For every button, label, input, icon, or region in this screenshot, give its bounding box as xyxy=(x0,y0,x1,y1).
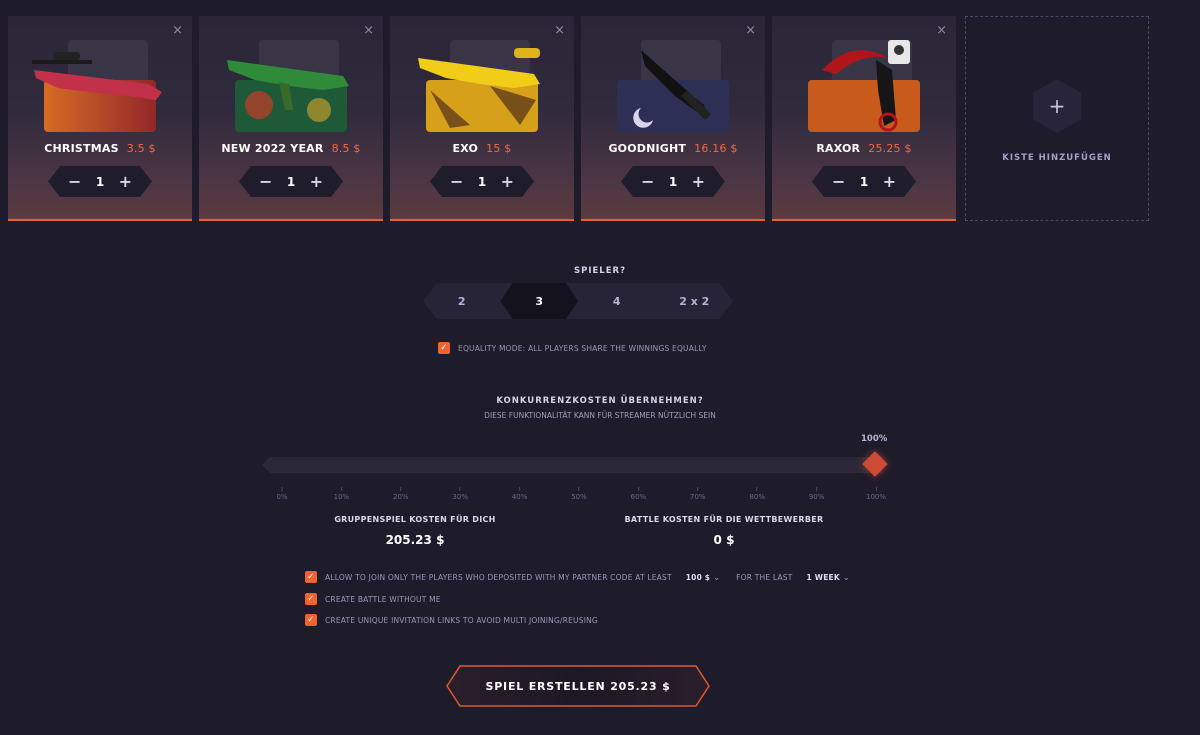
players-title: SPIELER? xyxy=(573,266,627,276)
quantity-value: 1 xyxy=(95,174,105,189)
case-card[interactable]: × RAXOR 25.25 $ − 1 + xyxy=(772,16,956,221)
competitor-cost-label: BATTLE KOSTEN FÜR DIE WETTBEWERBER xyxy=(624,515,824,524)
decrease-button[interactable]: − xyxy=(450,174,463,190)
partner-amount-select[interactable]: 100 $ ⌄ xyxy=(686,573,720,582)
create-game-label: SPIEL ERSTELLEN 205.23 $ xyxy=(485,679,671,693)
quantity-stepper: − 1 + xyxy=(430,166,534,197)
without-me-checkbox[interactable]: ✓ xyxy=(305,593,317,605)
decrease-button[interactable]: − xyxy=(641,174,654,190)
case-card[interactable]: × EXO 15 $ − 1 + xyxy=(390,16,574,221)
quantity-value: 1 xyxy=(859,174,869,189)
tick-label: 60% xyxy=(631,487,647,501)
quantity-value: 1 xyxy=(286,174,296,189)
case-image-goodnight xyxy=(617,40,729,132)
case-name: EXO xyxy=(452,142,479,155)
case-image-christmas xyxy=(32,40,162,132)
case-name: NEW 2022 YEAR xyxy=(221,142,324,155)
quantity-stepper: − 1 + xyxy=(48,166,152,197)
competitor-cost: BATTLE KOSTEN FÜR DIE WETTBEWERBER 0 $ xyxy=(604,515,844,547)
tick-label: 90% xyxy=(809,487,825,501)
for-the-last-label: FOR THE LAST xyxy=(736,572,793,582)
tick-label: 50% xyxy=(571,487,587,501)
tick-label: 40% xyxy=(512,487,528,501)
case-list: × CHRISTMAS 3.5 $ − 1 + × NEW 2022 YEAR … xyxy=(8,16,956,221)
remove-case-button[interactable]: × xyxy=(554,23,565,38)
create-game-button[interactable]: SPIEL ERSTELLEN 205.23 $ xyxy=(446,665,710,707)
tick-label: 10% xyxy=(334,487,350,501)
players-option-3[interactable]: 3 xyxy=(501,283,579,319)
period-select[interactable]: 1 WEEK ⌄ xyxy=(807,573,850,582)
partner-code-checkbox[interactable]: ✓ xyxy=(305,571,317,583)
tick-label: 20% xyxy=(393,487,409,501)
without-me-label: CREATE BATTLE WITHOUT ME xyxy=(325,594,441,604)
your-cost: GRUPPENSPIEL KOSTEN FÜR DICH 205.23 $ xyxy=(305,515,525,547)
unique-links-label: CREATE UNIQUE INVITATION LINKS TO AVOID … xyxy=(325,615,598,625)
quantity-value: 1 xyxy=(668,174,678,189)
case-card[interactable]: × NEW 2022 YEAR 8.5 $ − 1 + xyxy=(199,16,383,221)
quantity-stepper: − 1 + xyxy=(621,166,725,197)
case-name: RAXOR xyxy=(816,142,861,155)
competitor-cost-value: 0 $ xyxy=(713,533,735,547)
tick-label: 30% xyxy=(452,487,468,501)
without-me-row: ✓ CREATE BATTLE WITHOUT ME xyxy=(305,593,441,605)
tick-label: 70% xyxy=(690,487,706,501)
case-card[interactable]: × GOODNIGHT 16.16 $ − 1 + xyxy=(581,16,765,221)
remove-case-button[interactable]: × xyxy=(363,23,374,38)
chevron-down-icon: ⌄ xyxy=(842,572,850,582)
increase-button[interactable]: + xyxy=(119,174,132,190)
decrease-button[interactable]: − xyxy=(68,174,81,190)
quantity-value: 1 xyxy=(477,174,487,189)
remove-case-button[interactable]: × xyxy=(172,23,183,38)
case-price: 25.25 $ xyxy=(868,142,912,155)
players-option-4[interactable]: 4 xyxy=(578,283,656,319)
period-value: 1 WEEK xyxy=(806,572,840,582)
increase-button[interactable]: + xyxy=(692,174,705,190)
partner-amount-value: 100 $ xyxy=(685,572,711,582)
tick-label: 0% xyxy=(276,487,287,501)
case-card[interactable]: × CHRISTMAS 3.5 $ − 1 + xyxy=(8,16,192,221)
unique-links-row: ✓ CREATE UNIQUE INVITATION LINKS TO AVOI… xyxy=(305,614,598,626)
tick-label: 80% xyxy=(749,487,765,501)
case-price: 15 $ xyxy=(486,142,512,155)
case-price: 8.5 $ xyxy=(331,142,361,155)
players-option-2x2[interactable]: 2 x 2 xyxy=(656,283,734,319)
tick-label: 100% xyxy=(866,487,886,501)
decrease-button[interactable]: − xyxy=(259,174,272,190)
case-price: 3.5 $ xyxy=(126,142,156,155)
coverage-title: KONKURRENZKOSTEN ÜBERNEHMEN? xyxy=(496,396,704,406)
increase-button[interactable]: + xyxy=(310,174,323,190)
unique-links-checkbox[interactable]: ✓ xyxy=(305,614,317,626)
chevron-down-icon: ⌄ xyxy=(713,572,721,582)
coverage-subtitle: DIESE FUNKTIONALITÄT KANN FÜR STREAMER N… xyxy=(484,411,716,420)
case-image-exo xyxy=(418,40,540,132)
increase-button[interactable]: + xyxy=(501,174,514,190)
equality-mode-label: EQUALITY MODE: ALL PLAYERS SHARE THE WIN… xyxy=(458,343,707,353)
plus-icon: + xyxy=(1033,79,1081,133)
case-name: GOODNIGHT xyxy=(608,142,687,155)
increase-button[interactable]: + xyxy=(883,174,896,190)
add-case-button[interactable]: + KISTE HINZUFÜGEN xyxy=(965,16,1149,221)
decrease-button[interactable]: − xyxy=(832,174,845,190)
case-price: 16.16 $ xyxy=(694,142,738,155)
equality-mode-checkbox[interactable]: ✓ xyxy=(438,342,450,354)
coverage-slider-track[interactable] xyxy=(262,457,882,473)
case-image-raxor xyxy=(808,40,920,132)
your-cost-value: 205.23 $ xyxy=(385,533,445,547)
remove-case-button[interactable]: × xyxy=(745,23,756,38)
case-name: CHRISTMAS xyxy=(44,142,119,155)
partner-code-row: ✓ ALLOW TO JOIN ONLY THE PLAYERS WHO DEP… xyxy=(305,571,850,583)
quantity-stepper: − 1 + xyxy=(812,166,916,197)
partner-code-label: ALLOW TO JOIN ONLY THE PLAYERS WHO DEPOS… xyxy=(325,572,672,582)
add-case-label: KISTE HINZUFÜGEN xyxy=(1002,153,1112,163)
players-option-2[interactable]: 2 xyxy=(423,283,501,319)
quantity-stepper: − 1 + xyxy=(239,166,343,197)
case-image-new-2022-year xyxy=(227,40,349,132)
players-selector: 2 3 4 2 x 2 xyxy=(423,283,733,319)
equality-mode-row: ✓ EQUALITY MODE: ALL PLAYERS SHARE THE W… xyxy=(438,342,707,354)
remove-case-button[interactable]: × xyxy=(936,23,947,38)
slider-value-label: 100% xyxy=(861,434,888,444)
your-cost-label: GRUPPENSPIEL KOSTEN FÜR DICH xyxy=(334,515,496,524)
